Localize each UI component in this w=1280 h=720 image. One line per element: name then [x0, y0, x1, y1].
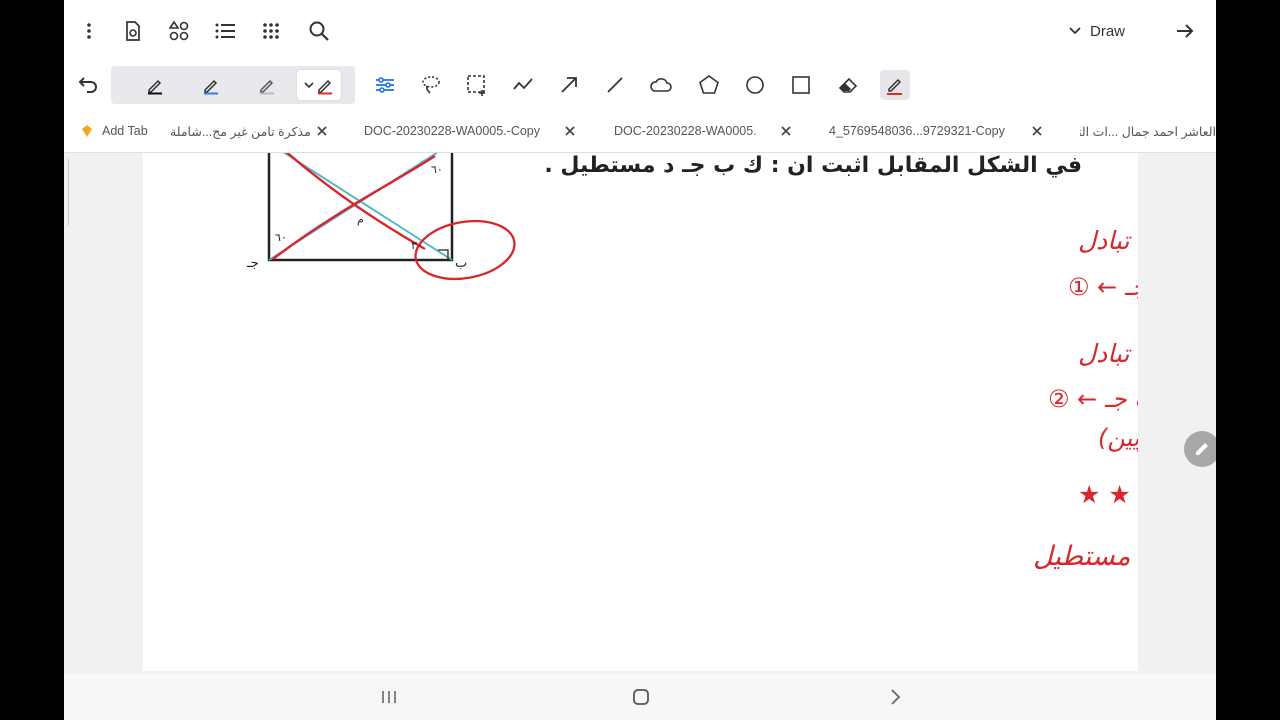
document-viewport[interactable]: في الشكل المقابل اثبت ان : ك ب جـ د مستط…: [64, 153, 1216, 673]
arrow-tool-icon[interactable]: [554, 70, 584, 100]
app-screen: Draw Add Tab مذكرة تامن غير مج...شاملة D…: [64, 0, 1216, 720]
highlighter-icon[interactable]: [880, 70, 910, 100]
scroll-indicator: [68, 159, 72, 225]
top-toolbar: Draw: [64, 0, 1216, 62]
document-page[interactable]: في الشكل المقابل اثبت ان : ك ب جـ د مستط…: [143, 153, 1138, 671]
draw-mode-selector[interactable]: Draw: [1068, 14, 1125, 48]
solution-line-3: (ك دَ ب) = (د بَ جـ) = ٣٠ وهما في وضع تب…: [1078, 339, 1138, 369]
more-vertical-icon[interactable]: [74, 16, 104, 46]
close-icon[interactable]: [1029, 123, 1045, 139]
document-settings-icon[interactable]: [118, 16, 148, 46]
tab-item[interactable]: مذكرة تامن غير مج...شاملة: [170, 110, 330, 152]
floating-edit-button[interactable]: [1184, 431, 1216, 467]
tab-item[interactable]: DOC-20230228-WA0005.: [614, 110, 804, 152]
grid-apps-icon[interactable]: [256, 16, 286, 46]
arrow-right-icon[interactable]: [1170, 16, 1200, 46]
sliders-icon[interactable]: [370, 70, 400, 100]
close-icon[interactable]: [778, 123, 794, 139]
draw-toolbar: [64, 62, 1216, 110]
list-icon[interactable]: [210, 16, 240, 46]
add-tab-button[interactable]: Add Tab: [80, 110, 148, 152]
freehand-line-icon[interactable]: [508, 70, 538, 100]
back-chevron-icon[interactable]: [880, 683, 910, 711]
system-nav-bar: [64, 673, 1216, 720]
close-icon[interactable]: [314, 123, 330, 139]
eraser-icon[interactable]: [834, 70, 864, 100]
draw-mode-label: Draw: [1090, 22, 1126, 40]
pen-red-icon: [318, 79, 332, 95]
pen-light-icon[interactable]: [247, 70, 287, 100]
line-tool-icon[interactable]: [600, 70, 630, 100]
rect-select-icon[interactable]: [462, 70, 492, 100]
cloud-shape-icon[interactable]: [646, 70, 676, 100]
home-icon[interactable]: [626, 683, 656, 711]
solution-line-1: (ك بَ جـ) = (ك جَـ د) = ٦٠ وهما في وضع ت…: [1078, 226, 1138, 256]
tab-label: DOC-20230228-WA0005.-Copy: [364, 124, 541, 138]
pen-red-selected[interactable]: [297, 70, 341, 100]
lasso-icon[interactable]: [416, 70, 446, 100]
tab-item[interactable]: 4_5769548036...9729321-Copy: [829, 110, 1059, 152]
square-shape-icon[interactable]: [786, 70, 816, 100]
add-tab-icon: [82, 125, 92, 137]
tab-bar: Add Tab مذكرة تامن غير مج...شاملة DOC-20…: [64, 110, 1216, 153]
chevron-down-icon: [1069, 27, 1081, 35]
tab-label: مذكرة تامن غير مج...شاملة: [170, 124, 311, 139]
pentagon-shape-icon[interactable]: [694, 70, 724, 100]
recents-icon[interactable]: [374, 683, 404, 711]
tab-label: 4_5769548036...9729321-Copy: [829, 124, 1005, 138]
search-icon[interactable]: [304, 16, 334, 46]
solution-line-2: ∴ ك ب // د جـ ← ①: [1068, 273, 1138, 301]
undo-icon[interactable]: [72, 70, 102, 100]
pencil-icon: [1196, 443, 1208, 455]
handwritten-solution: (ك بَ جـ) = (ك جَـ د) = ٦٠ وهما في وضع ت…: [1033, 226, 1138, 572]
tab-item[interactable]: DOC-20230228-WA0005.-Copy: [364, 110, 584, 152]
tab-item[interactable]: العاشر احمد جمال ...ات التق: [1080, 110, 1216, 152]
add-tab-label: Add Tab: [102, 124, 148, 138]
solution-line-4: ∴ ك د // ب جـ ← ②: [1048, 385, 1138, 413]
solution-line-5: من ① ، ② ∴ ك ب جـ د متوازي أضلاع (كل ضلع…: [1098, 422, 1138, 452]
pen-black-icon[interactable]: [135, 70, 175, 100]
tab-label: DOC-20230228-WA0005.: [614, 124, 757, 138]
circle-shape-icon[interactable]: [740, 70, 770, 100]
pen-presets: [111, 66, 355, 104]
pen-blue-icon[interactable]: [191, 70, 231, 100]
shapes-icon[interactable]: [164, 16, 194, 46]
solution-line-7: من ★ ، ★ ∴ الشكل مستطيل: [1033, 541, 1138, 572]
chevron-down-icon: [304, 82, 314, 89]
solution-line-6: ∵ (بَ) قائمة ← ★ ★: [1078, 480, 1138, 509]
close-icon[interactable]: [562, 123, 578, 139]
tab-label: العاشر احمد جمال ...ات التق: [1080, 124, 1216, 139]
